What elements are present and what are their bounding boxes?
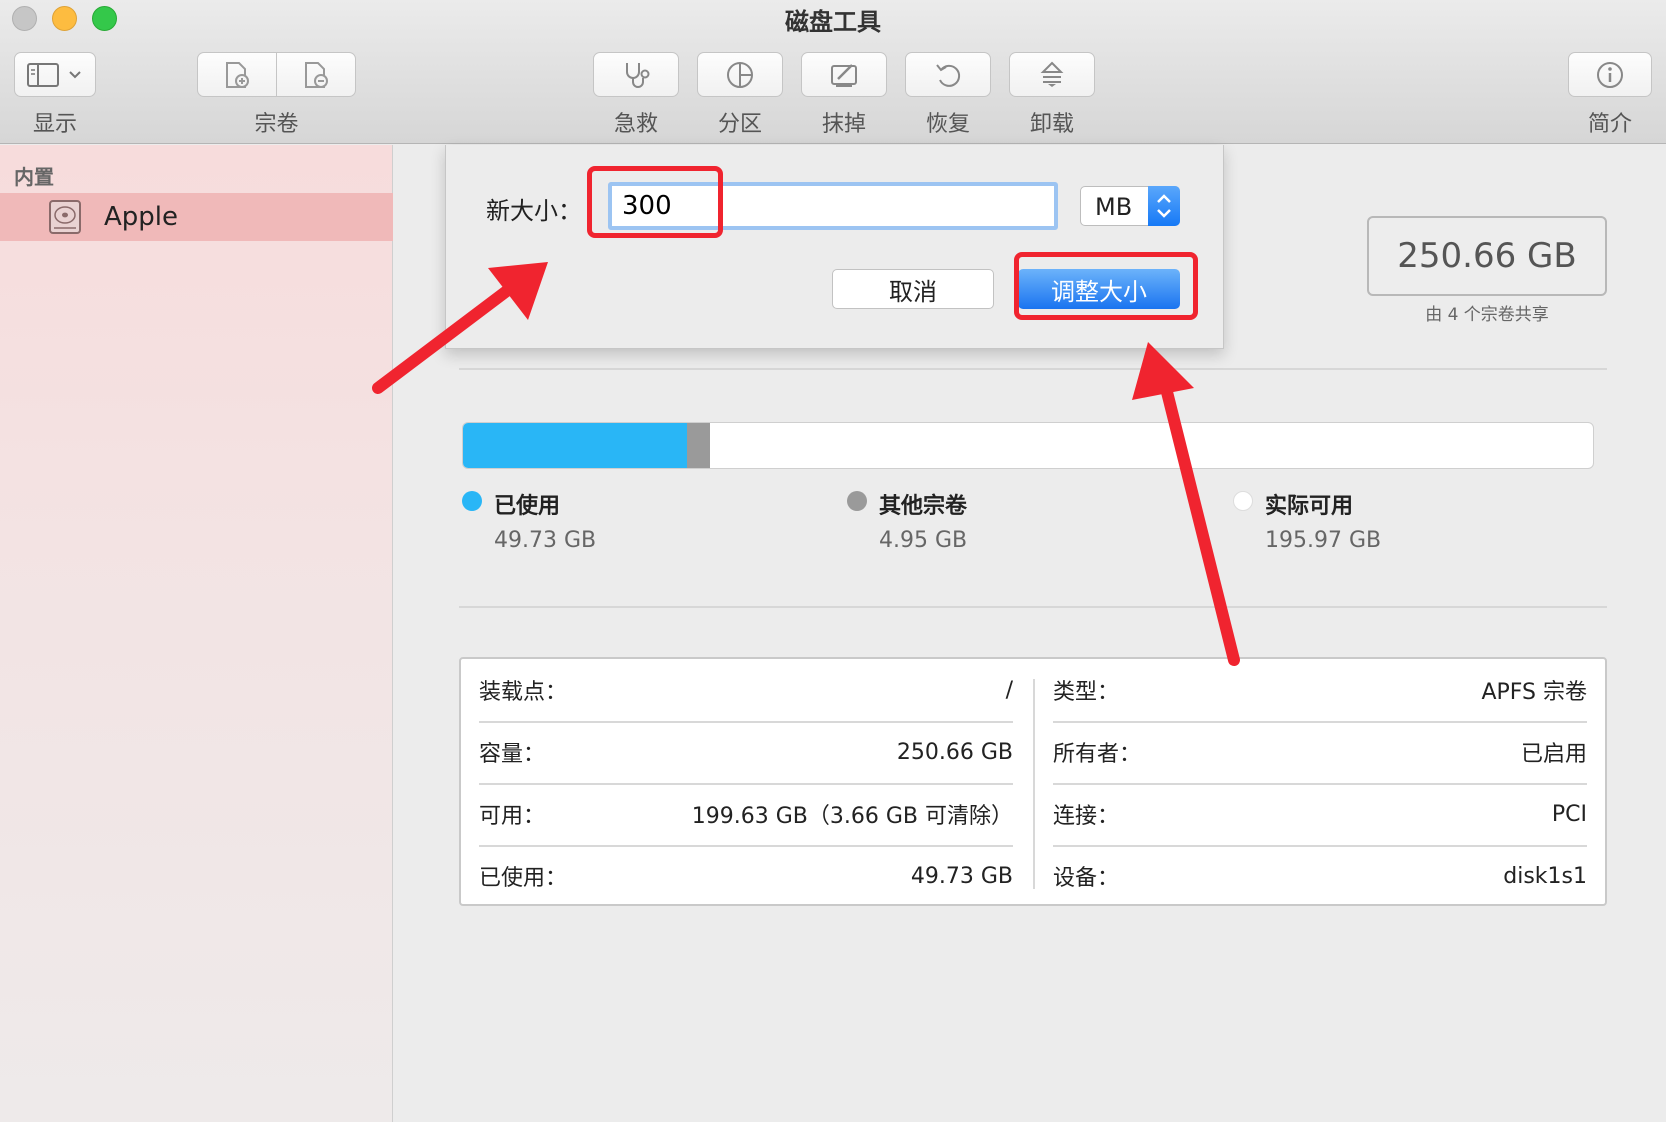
annotation-arrows <box>372 262 1240 666</box>
annotation-arrow-right <box>1132 342 1240 666</box>
annotation-arrow-left <box>372 262 548 394</box>
